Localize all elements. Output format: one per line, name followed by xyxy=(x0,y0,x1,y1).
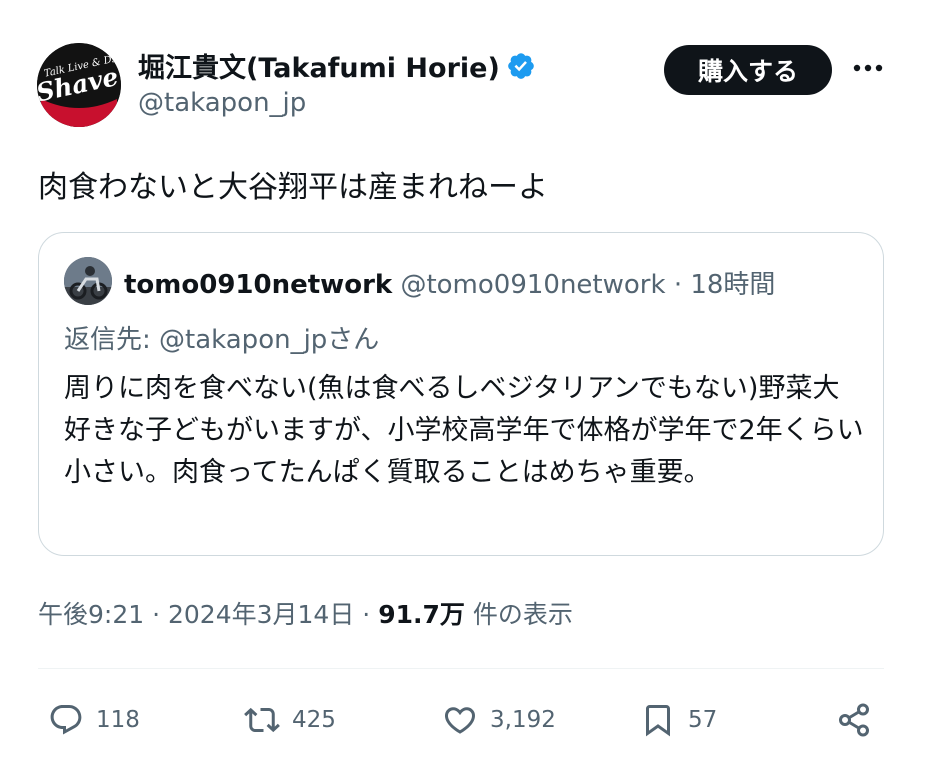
author-handle[interactable]: @takapon_jp xyxy=(138,88,306,118)
buy-button[interactable]: 購入する xyxy=(664,45,832,95)
bookmark-button[interactable]: 57 xyxy=(640,698,717,742)
post-text: 肉食わないと大谷翔平は産まれねーよ xyxy=(38,170,548,205)
meta-separator: · xyxy=(362,600,371,629)
reply-count: 118 xyxy=(96,707,140,733)
quoted-header: tomo0910network @tomo0910network · 18時間 xyxy=(124,264,775,301)
shave-logo-icon: Talk Live & Ds Shave xyxy=(37,43,121,127)
view-count[interactable]: 91.7万 xyxy=(378,600,465,629)
quoted-separator: · xyxy=(673,270,683,300)
quoted-author-name[interactable]: tomo0910network xyxy=(124,270,392,300)
author-name[interactable]: 堀江貴文(Takafumi Horie) xyxy=(138,46,500,85)
reply-button[interactable]: 118 xyxy=(48,698,140,742)
motorcycle-photo-icon xyxy=(64,257,112,305)
repost-button[interactable]: 425 xyxy=(244,698,336,742)
like-button[interactable]: 3,192 xyxy=(442,698,556,742)
like-count: 3,192 xyxy=(490,707,556,733)
quoted-reply-to: 返信先: @takapon_jpさん xyxy=(64,325,380,355)
share-icon xyxy=(839,703,869,737)
post-meta: 午後9:21 · 2024年3月14日 · 91.7万 件の表示 xyxy=(38,595,573,631)
verified-badge-icon xyxy=(508,52,534,79)
view-count-label[interactable]: 件の表示 xyxy=(473,600,573,629)
repost-count: 425 xyxy=(292,707,336,733)
divider xyxy=(38,668,884,669)
repost-icon xyxy=(244,707,280,733)
post-date[interactable]: 2024年3月14日 xyxy=(168,600,354,629)
meta-separator: · xyxy=(152,600,161,629)
author-avatar[interactable]: Talk Live & Ds Shave xyxy=(37,43,121,127)
heart-icon xyxy=(444,707,476,734)
author-name-row[interactable]: 堀江貴文(Takafumi Horie) xyxy=(138,46,536,85)
share-button[interactable] xyxy=(836,698,872,742)
quoted-author-handle[interactable]: @tomo0910network xyxy=(400,270,665,300)
bookmark-icon xyxy=(646,705,670,737)
more-options-icon[interactable] xyxy=(850,50,886,86)
quoted-body: 周りに肉を食べない(魚は食べるしベジタリアンでもない)野菜大好きな子どもがいます… xyxy=(64,373,864,488)
post-time[interactable]: 午後9:21 xyxy=(38,600,144,629)
bookmark-count: 57 xyxy=(688,707,718,733)
reply-icon xyxy=(50,705,82,735)
quoted-author-avatar[interactable] xyxy=(64,257,112,305)
quoted-time[interactable]: 18時間 xyxy=(690,270,775,300)
